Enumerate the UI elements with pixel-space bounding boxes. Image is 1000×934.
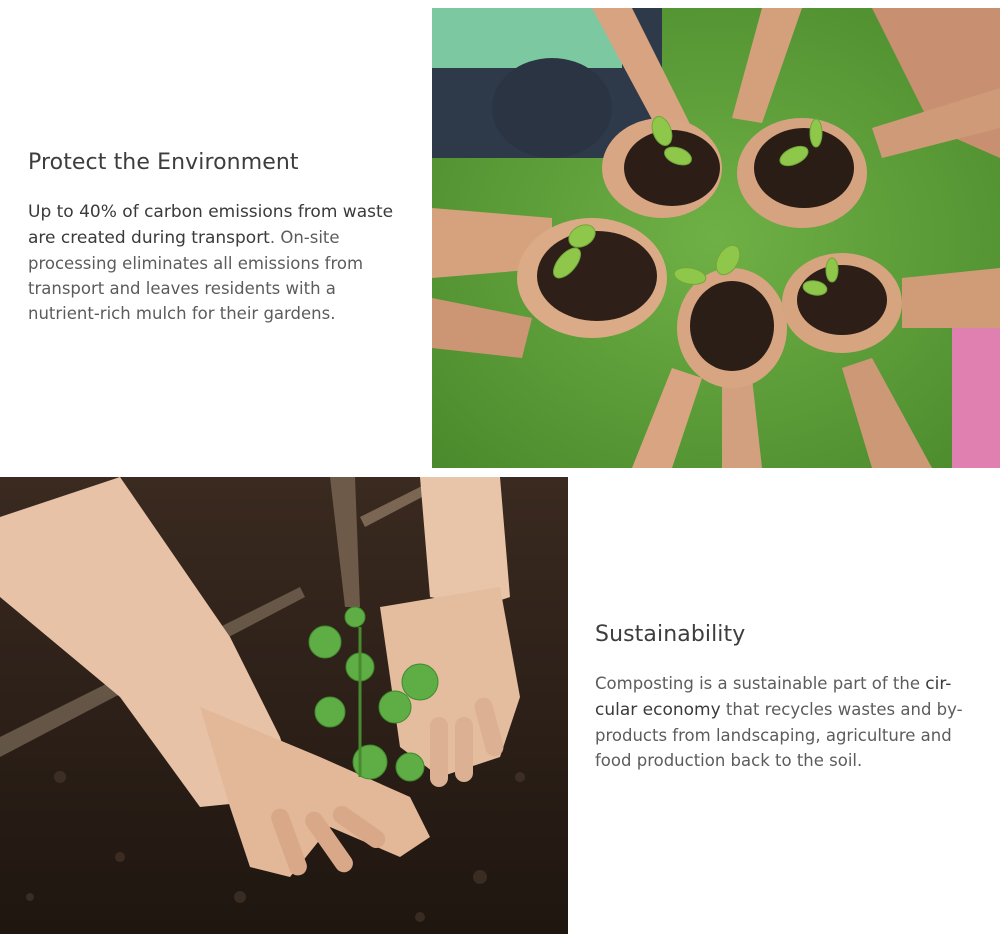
- hands-planting-seedling-photo: [0, 477, 568, 934]
- hands-holding-soil-photo: [432, 8, 1000, 468]
- section-body: Up to 40% of carbon emissions from waste…: [28, 199, 408, 326]
- section-protect-environment: Protect the Environment Up to 40% of car…: [0, 0, 1000, 470]
- section-body: Composting is a sustainable part of the …: [595, 671, 975, 773]
- environment-text-block: Protect the Environment Up to 40% of car…: [28, 150, 408, 326]
- body-part1: Composting is a sustainable part of the: [595, 674, 926, 693]
- sustainability-text-block: Sustainability Composting is a sustainab…: [595, 622, 975, 773]
- section-title: Sustainability: [595, 622, 746, 647]
- section-sustainability: Sustainability Composting is a sustainab…: [0, 477, 1000, 934]
- section-title: Protect the Environment: [28, 150, 299, 175]
